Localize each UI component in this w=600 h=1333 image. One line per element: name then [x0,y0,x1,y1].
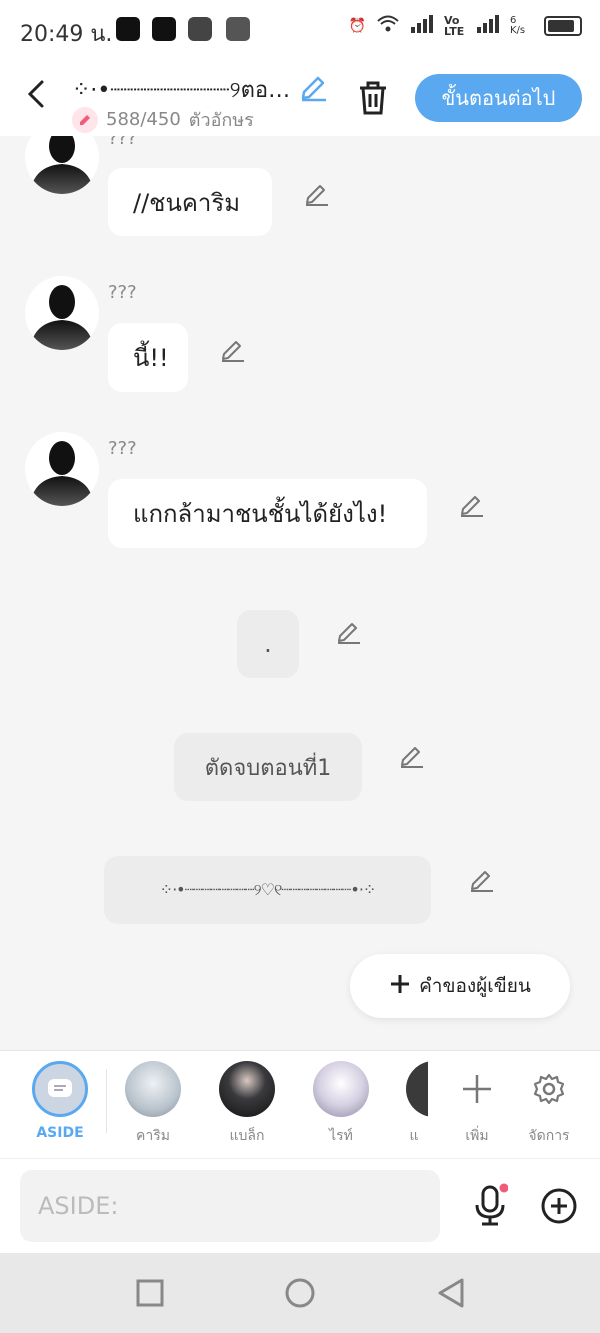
narration-bubble[interactable]: . [237,610,299,678]
character-name: ไรท์ [329,1128,353,1144]
back-arrow-icon[interactable] [22,78,50,118]
character-item[interactable]: แบล็ก [212,1061,282,1147]
edit-message-icon[interactable] [303,180,331,208]
back-nav-icon[interactable] [436,1277,466,1313]
youtube-icon [188,17,212,41]
add-character-button[interactable]: เพิ่ม [442,1061,512,1147]
status-time: 20:49 น. [20,22,113,47]
speaker-name: ??? [108,136,137,149]
signal-icon [410,15,434,37]
manage-label: จัดการ [528,1128,570,1144]
chat-area[interactable]: ??? //ชนคาริม ??? นี้!! ??? แกกล้ามาชนชั… [0,136,600,1050]
plus-icon [389,973,411,1000]
wifi-icon [376,14,400,38]
character-aside[interactable]: ASIDE [25,1061,95,1141]
counter-unit: ตัวอักษร [188,110,254,131]
character-name: แบล็ก [229,1128,265,1144]
battery-icon [544,16,582,36]
edit-message-icon[interactable] [398,742,426,770]
character-name: ASIDE [36,1125,84,1141]
network-speed: 6 K/s [510,15,526,36]
character-item[interactable]: คาริม [118,1061,188,1147]
avatar [406,1061,428,1117]
gear-icon [514,1061,584,1117]
episode-title: ⁘⋅•┈┈┈┈┈┈┈┈┈୨ตอ… [72,78,291,103]
home-icon[interactable] [284,1277,316,1313]
character-name: คาริม [136,1128,170,1144]
status-icons: ⏰ Vo LTE 6 K/s [349,14,582,38]
recent-apps-icon[interactable] [136,1279,164,1311]
author-note-label: คำของผู้เขียน [419,975,531,997]
composer: ASIDE: [0,1158,600,1254]
edit-message-icon[interactable] [219,336,247,364]
microphone-icon[interactable] [472,1183,509,1231]
divider [106,1069,107,1133]
speaker-name: ??? [108,438,137,459]
aside-chat-icon [32,1061,88,1117]
avatar [313,1061,369,1117]
add-circle-icon[interactable] [540,1187,578,1229]
message-input[interactable]: ASIDE: [20,1170,440,1242]
alarm-icon: ⏰ [348,18,366,34]
avatar[interactable] [25,276,99,350]
speaker-name: ??? [108,282,137,303]
avatar[interactable] [25,432,99,506]
edit-title-icon[interactable] [298,72,330,106]
message-bubble[interactable]: นี้!! [108,323,188,392]
narration-bubble[interactable]: ตัดจบตอนที่1 [174,733,362,801]
status-bar: 20:49 น. ⏰ Vo LTE 6 K/s [0,0,600,60]
signal-icon [476,15,500,37]
character-name: แ [409,1128,419,1144]
character-item[interactable]: แ [400,1061,428,1147]
message-bubble[interactable]: แกกล้ามาชนชั้นได้ยังไง! [108,479,427,548]
narration-bubble[interactable]: ⁘⋅•┈┈┈┈┈┈┈┈୨♡୧┈┈┈┈┈┈┈┈•⋅⁘ [104,856,431,924]
author-note-button[interactable]: คำของผู้เขียน [350,954,570,1018]
plus-icon [442,1061,512,1117]
avatar[interactable] [25,136,99,194]
character-counter: 588/450 ตัวอักษร [72,105,254,134]
edit-message-icon[interactable] [468,866,496,894]
character-item[interactable]: ไรท์ [306,1061,376,1147]
add-label: เพิ่ม [465,1128,489,1144]
lte-label: Vo LTE [444,14,465,38]
avatar [125,1061,181,1117]
system-nav-bar [0,1253,600,1333]
manage-characters-button[interactable]: จัดการ [514,1061,584,1147]
avatar [219,1061,275,1117]
notification-icon [152,17,176,41]
edit-message-icon[interactable] [335,618,363,646]
character-bar: ASIDE คาริม แบล็ก ไรท์ แ เพิ่ม จัดการ [0,1050,600,1158]
counter-value: 588/450 [106,109,181,130]
app-icon [226,17,250,41]
message-bubble[interactable]: //ชนคาริม [108,168,272,236]
trash-icon[interactable] [356,80,390,120]
edit-message-icon[interactable] [458,491,486,519]
editor-header: ⁘⋅•┈┈┈┈┈┈┈┈┈୨ตอ… 588/450 ตัวอักษร ขั้นตอ… [0,60,600,136]
next-step-button[interactable]: ขั้นตอนต่อไป [415,74,582,122]
pencil-icon [72,106,98,133]
notification-icon [116,17,140,41]
